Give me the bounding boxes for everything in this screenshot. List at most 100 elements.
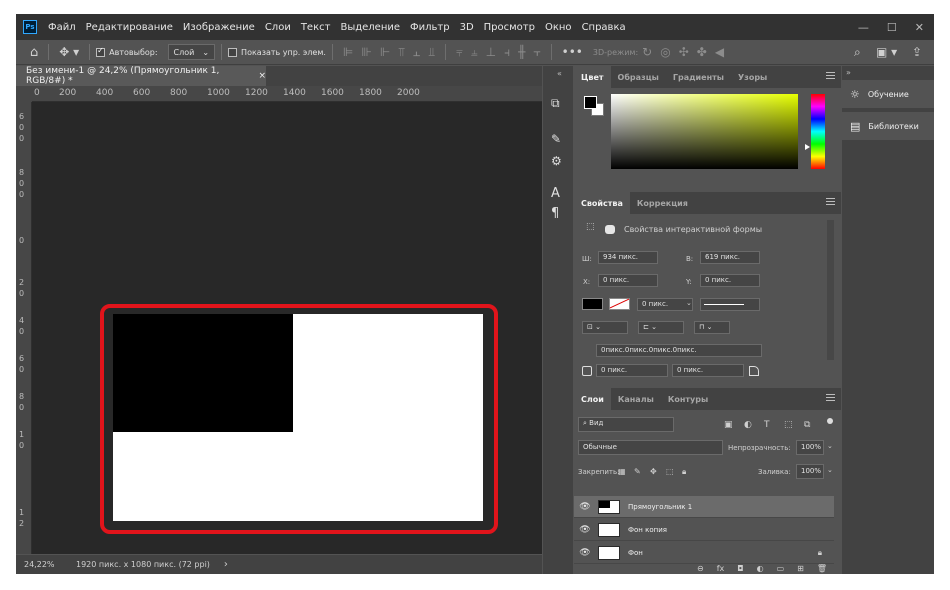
- chevron-down-icon[interactable]: ⌄: [827, 466, 833, 474]
- zoom-level[interactable]: 24,22%: [24, 560, 66, 569]
- align-right-icon[interactable]: ⊩: [380, 45, 390, 59]
- filter-toggle[interactable]: [827, 418, 833, 424]
- tab-properties[interactable]: Свойства: [574, 192, 630, 214]
- vertical-ruler[interactable]: 6 0 0 8 0 0 0 2 0 4 0 6 0 8 0 1 0 1 2: [16, 102, 32, 554]
- panel-menu-icon[interactable]: [826, 198, 835, 205]
- menu-edit[interactable]: Редактирование: [81, 22, 178, 33]
- fill-swatch[interactable]: [582, 298, 603, 310]
- distribute-center-icon[interactable]: ╫: [518, 45, 525, 59]
- libraries-panel-button[interactable]: ▤ Библиотеки: [842, 112, 934, 140]
- x-input[interactable]: 0 пикс.: [598, 274, 658, 287]
- menu-select[interactable]: Выделение: [335, 22, 405, 33]
- lock-transparent-icon[interactable]: ▦: [618, 467, 626, 476]
- add-mask-icon[interactable]: ◘: [737, 565, 743, 574]
- distribute-bottom-icon[interactable]: ⊥: [486, 45, 496, 59]
- tab-layers[interactable]: Слои: [574, 388, 611, 410]
- menu-text[interactable]: Текст: [296, 22, 336, 33]
- panel-menu-icon[interactable]: [826, 72, 835, 79]
- menu-view[interactable]: Просмотр: [479, 22, 540, 33]
- align-left-icon[interactable]: ⊫: [343, 45, 353, 59]
- y-input[interactable]: 0 пикс.: [700, 274, 760, 287]
- distribute-middle-icon[interactable]: ⫨: [471, 45, 478, 60]
- show-controls-checkbox[interactable]: Показать упр. элем.: [228, 47, 326, 57]
- lock-artboard-icon[interactable]: ⬚: [666, 467, 674, 476]
- filter-shape-icon[interactable]: ⬚: [784, 420, 793, 430]
- layer-filter-dropdown[interactable]: ⌕ Вид: [578, 417, 674, 432]
- tab-paths[interactable]: Контуры: [661, 388, 715, 410]
- maximize-button[interactable]: ☐: [887, 21, 897, 34]
- trash-icon[interactable]: 🗑︎: [817, 565, 827, 574]
- properties-scrollbar[interactable]: [827, 220, 834, 360]
- new-group-icon[interactable]: ▭: [777, 565, 785, 574]
- menu-image[interactable]: Изображение: [178, 22, 260, 33]
- fill-input[interactable]: 100%: [796, 464, 824, 479]
- align-bottom-icon[interactable]: ⫫: [428, 45, 435, 60]
- layer-row[interactable]: 👁︎ Фон 🔒︎: [574, 542, 834, 564]
- lock-position-icon[interactable]: ✥: [650, 467, 657, 476]
- blend-mode-dropdown[interactable]: Обычные: [578, 440, 723, 455]
- paragraph-icon[interactable]: ¶: [551, 206, 559, 221]
- chevron-down-icon[interactable]: ⌄: [827, 442, 833, 450]
- distribute-top-icon[interactable]: ⫧: [456, 45, 463, 60]
- corner-radius-input[interactable]: 0пикс.0пикс.0пикс.0пикс.: [596, 344, 762, 357]
- canvas-area[interactable]: [32, 102, 542, 554]
- 3d-pan-icon[interactable]: ✣: [679, 45, 689, 59]
- document-tab[interactable]: Без имени-1 @ 24,2% (Прямоугольник 1, RG…: [16, 66, 266, 86]
- color-field[interactable]: [611, 94, 798, 169]
- filter-type-icon[interactable]: T: [764, 420, 770, 430]
- height-input[interactable]: 619 пикс.: [700, 251, 760, 264]
- fx-icon[interactable]: fx: [717, 565, 725, 574]
- workspace-icon[interactable]: ▣ ▾: [876, 45, 897, 59]
- move-tool-icon[interactable]: ✥ ▾: [59, 45, 79, 59]
- horizontal-ruler[interactable]: 0 200 400 600 800 1000 1200 1400 1600 18…: [32, 86, 542, 102]
- tab-adjustments[interactable]: Коррекция: [630, 192, 695, 214]
- align-middle-icon[interactable]: ⫠: [413, 45, 420, 60]
- tab-swatches[interactable]: Образцы: [611, 66, 666, 88]
- hue-slider[interactable]: [811, 94, 825, 169]
- autoselect-checkbox[interactable]: Автовыбор:: [96, 46, 158, 57]
- menu-layers[interactable]: Слои: [260, 22, 296, 33]
- close-tab-icon[interactable]: ×: [258, 71, 266, 81]
- home-icon[interactable]: ⌂: [30, 45, 38, 60]
- autoselect-dropdown[interactable]: Слой ⌄: [167, 44, 216, 60]
- align-center-icon[interactable]: ⊪: [361, 45, 371, 59]
- filter-smart-object-icon[interactable]: ⧉: [804, 420, 810, 430]
- stroke-width-input[interactable]: 0 пикс.: [637, 298, 693, 311]
- menu-3d[interactable]: 3D: [455, 22, 479, 33]
- corner-radius-a-input[interactable]: 0 пикс.: [596, 364, 668, 377]
- chevron-down-icon[interactable]: ⌄: [686, 299, 692, 307]
- foreground-color-swatch[interactable]: [584, 96, 597, 109]
- stroke-cap-dropdown[interactable]: ⊏ ⌄: [638, 321, 684, 334]
- tab-patterns[interactable]: Узоры: [731, 66, 774, 88]
- menu-filter[interactable]: Фильтр: [405, 22, 455, 33]
- stroke-align-dropdown[interactable]: ⊡ ⌄: [582, 321, 628, 334]
- status-arrow-button[interactable]: ›: [224, 559, 228, 570]
- 3d-rotate-icon[interactable]: ↻: [642, 45, 652, 59]
- minimize-button[interactable]: —: [858, 21, 869, 34]
- collapse-right-icon[interactable]: »: [846, 68, 851, 77]
- 3d-camera-icon[interactable]: ◀: [715, 45, 724, 59]
- menu-file[interactable]: Файл: [43, 22, 81, 33]
- panel-menu-icon[interactable]: [826, 394, 835, 401]
- layer-row[interactable]: 👁︎ Фон копия: [574, 519, 834, 541]
- corner-radius-b-input[interactable]: 0 пикс.: [672, 364, 744, 377]
- tab-gradients[interactable]: Градиенты: [666, 66, 731, 88]
- share-icon[interactable]: ⇪: [912, 45, 922, 59]
- new-layer-icon[interactable]: ⊞: [797, 565, 804, 574]
- ps-logo[interactable]: Ps: [23, 20, 37, 34]
- adjustment-layer-icon[interactable]: ◐: [757, 565, 764, 574]
- tab-channels[interactable]: Каналы: [611, 388, 661, 410]
- 3d-slide-icon[interactable]: ✤: [697, 45, 707, 59]
- search-icon[interactable]: ⌕: [854, 45, 861, 60]
- align-top-icon[interactable]: ⫪: [398, 45, 405, 60]
- collapse-left-icon[interactable]: «: [557, 69, 562, 78]
- close-button[interactable]: ✕: [915, 21, 924, 34]
- tab-color[interactable]: Цвет: [574, 66, 611, 88]
- visibility-eye-icon[interactable]: 👁︎: [574, 525, 596, 535]
- character-icon[interactable]: A: [551, 186, 560, 201]
- history-icon[interactable]: ⧉: [551, 96, 560, 111]
- lock-all-icon[interactable]: 🔒︎: [682, 467, 686, 477]
- 3d-roll-icon[interactable]: ◎: [660, 45, 670, 59]
- learn-panel-button[interactable]: ☼ Обучение: [842, 80, 934, 108]
- width-input[interactable]: 934 пикс.: [598, 251, 658, 264]
